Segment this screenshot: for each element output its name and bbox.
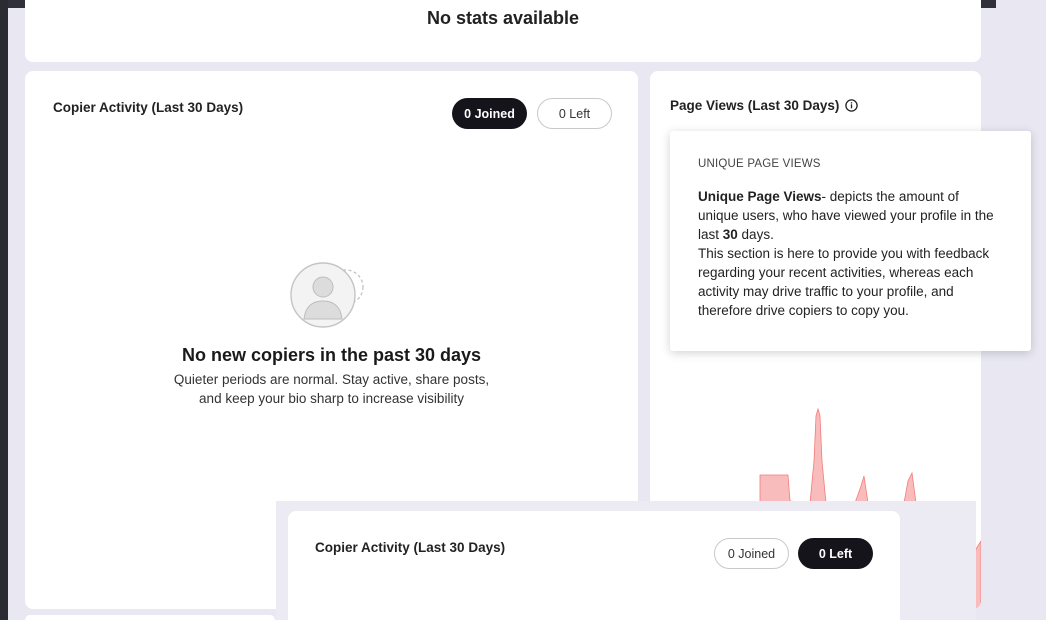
copier-activity-title: Copier Activity (Last 30 Days) bbox=[53, 100, 244, 115]
unique-page-views-tooltip: UNIQUE PAGE VIEWS Unique Page Views- dep… bbox=[670, 131, 1031, 351]
left-toggle-button[interactable]: 0 Left bbox=[537, 98, 612, 129]
no-copiers-illustration-icon bbox=[289, 262, 364, 328]
joined-toggle-button-overlay[interactable]: 0 Joined bbox=[714, 538, 789, 569]
stats-card: No stats available bbox=[25, 0, 981, 62]
copier-empty-description: Quieter periods are normal. Stay active,… bbox=[173, 372, 490, 406]
copier-empty-title: No new copiers in the past 30 days bbox=[181, 345, 482, 365]
copier-activity-card-overlay: Copier Activity (Last 30 Days) 0 Joined … bbox=[288, 511, 900, 620]
stats-empty-message: No stats available bbox=[426, 8, 580, 28]
left-window-edge bbox=[0, 0, 8, 620]
copier-activity-title-overlay: Copier Activity (Last 30 Days) bbox=[315, 540, 506, 555]
tooltip-heading: UNIQUE PAGE VIEWS bbox=[698, 158, 821, 170]
left-toggle-button-overlay[interactable]: 0 Left bbox=[798, 538, 873, 569]
next-card-top-edge bbox=[25, 615, 275, 620]
tooltip-body: Unique Page Views- depicts the amount of… bbox=[698, 189, 994, 318]
joined-toggle-button[interactable]: 0 Joined bbox=[452, 98, 527, 129]
copier-empty-state: No new copiers in the past 30 days Quiet… bbox=[25, 261, 638, 408]
